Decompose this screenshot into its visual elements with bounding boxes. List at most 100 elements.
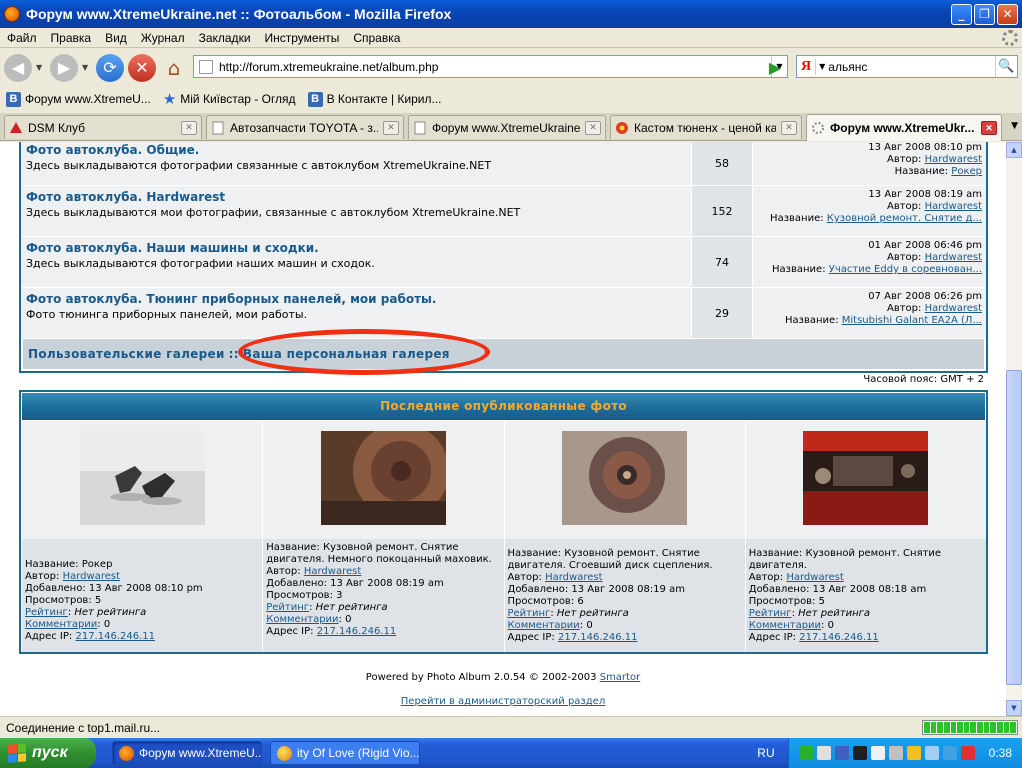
photo-count: 29 [692, 288, 752, 338]
tray-icon[interactable] [870, 746, 885, 760]
admin-link[interactable]: Перейти в администраторский раздел [401, 696, 605, 707]
photo-title-link[interactable]: Рокер [951, 166, 982, 177]
taskbar-player[interactable]: ity Of Love (Rigid Vio... [270, 741, 420, 765]
tray-icon[interactable] [852, 746, 867, 760]
tab-forum-active[interactable]: Форум www.XtremeUkr... ✕ [806, 114, 1002, 141]
user-galleries-link[interactable]: Пользовательские галереи [28, 347, 225, 361]
ip-link[interactable]: 217.146.246.11 [317, 626, 397, 637]
category-description: Фото тюнинга приборных панелей, мои рабо… [26, 308, 308, 321]
close-tab-icon[interactable]: ✕ [981, 121, 997, 135]
close-button[interactable]: ✕ [997, 3, 1018, 25]
tab-dsm-club[interactable]: DSM Клуб ✕ [4, 115, 202, 139]
photo-title-link[interactable]: Mitsubishi Galant EA2A (Л... [842, 315, 982, 326]
navigation-toolbar: ◀ ▼ ▶ ▼ ⟳ ✕ ⌂ http://forum.xtremeukraine… [0, 49, 1022, 86]
rating-link[interactable]: Рейтинг [25, 607, 68, 618]
tab-custom-tuning[interactable]: Кастом тюненх - ценой ка... ✕ [610, 115, 802, 139]
menu-tools[interactable]: Инструменты [258, 31, 347, 45]
rating-link[interactable]: Рейтинг [508, 608, 551, 619]
tab-forum-1[interactable]: Форум www.XtremeUkraine... ✕ [408, 115, 606, 139]
author-link[interactable]: Hardwarest [304, 566, 361, 577]
category-link[interactable]: Фото автоклуба. Hardwarest [26, 190, 686, 204]
search-box[interactable]: Я ▼ 🔍 [796, 55, 1018, 78]
last-photo-info: 13 Авг 2008 08:10 pm Автор: Hardwarest Н… [753, 142, 986, 185]
url-bar[interactable]: http://forum.xtremeukraine.net/album.php… [193, 55, 788, 78]
menu-history[interactable]: Журнал [134, 31, 192, 45]
close-tab-icon[interactable]: ✕ [781, 120, 797, 135]
search-engine-icon[interactable]: Я [797, 58, 817, 75]
tray-icon[interactable] [960, 746, 975, 760]
minimize-button[interactable]: _ [951, 3, 972, 25]
search-engine-dropdown-icon[interactable]: ▼ [816, 62, 828, 71]
author-link[interactable]: Hardwarest [925, 252, 982, 263]
category-link[interactable]: Фото автоклуба. Наши машины и сходки. [26, 241, 686, 255]
gallery-nav: Пользовательские галереи :: Ваша персона… [23, 339, 984, 369]
comments-link[interactable]: Комментарии [25, 619, 97, 630]
close-tab-icon[interactable]: ✕ [383, 120, 399, 135]
tray-icon[interactable] [942, 746, 957, 760]
author-link[interactable]: Hardwarest [925, 303, 982, 314]
scroll-up-icon[interactable]: ▲ [1006, 142, 1022, 158]
search-input[interactable] [828, 59, 995, 74]
menu-file[interactable]: Файл [0, 31, 44, 45]
rating-link[interactable]: Рейтинг [749, 608, 792, 619]
comments-link[interactable]: Комментарии [266, 614, 338, 625]
vk-icon: B [307, 91, 323, 107]
go-button[interactable]: ▶ [765, 58, 785, 77]
tray-icon[interactable] [834, 746, 849, 760]
window-title-bar[interactable]: Форум www.XtremeUkraine.net :: Фотоальбо… [0, 0, 1022, 28]
bookmark-item[interactable]: B Форум www.XtremeU... [6, 91, 151, 107]
menu-edit[interactable]: Правка [44, 31, 99, 45]
tray-icon[interactable] [924, 746, 939, 760]
bookmark-item[interactable]: ★ Мій Київстар - Огляд [163, 90, 296, 108]
photo-thumbnail-clutch[interactable] [562, 431, 688, 525]
menu-help[interactable]: Справка [346, 31, 407, 45]
photo-thumbnail-rocker[interactable] [79, 431, 205, 525]
forward-button[interactable]: ▶ [50, 53, 78, 82]
maximize-button[interactable]: ❐ [974, 3, 995, 25]
author-link[interactable]: Hardwarest [786, 572, 843, 583]
ip-link[interactable]: 217.146.246.11 [75, 631, 155, 642]
photo-thumbnail-engine-bay[interactable] [803, 431, 929, 525]
author-link[interactable]: Hardwarest [925, 201, 982, 212]
back-button[interactable]: ◀ [4, 53, 32, 82]
menu-view[interactable]: Вид [98, 31, 134, 45]
tab-list-dropdown-icon[interactable]: ▼ [1011, 121, 1018, 131]
photo-title-link[interactable]: Кузовной ремонт. Снятие д... [827, 213, 982, 224]
forward-dropdown-icon[interactable]: ▼ [82, 63, 92, 72]
search-icon[interactable]: 🔍 [995, 56, 1017, 77]
url-text[interactable]: http://forum.xtremeukraine.net/album.php [219, 60, 771, 74]
stop-button[interactable]: ✕ [128, 53, 156, 82]
ip-link[interactable]: 217.146.246.11 [799, 632, 879, 643]
home-button[interactable]: ⌂ [160, 54, 188, 82]
close-tab-icon[interactable]: ✕ [585, 120, 601, 135]
category-link[interactable]: Фото автоклуба. Тюнинг приборных панелей… [26, 292, 686, 306]
language-indicator[interactable]: RU [757, 746, 774, 760]
smartor-link[interactable]: Smartor [600, 672, 640, 683]
volume-icon[interactable] [888, 746, 903, 760]
tray-icon[interactable] [816, 746, 831, 760]
tray-icon[interactable] [906, 746, 921, 760]
tray-icon[interactable] [798, 746, 813, 760]
comments-link[interactable]: Комментарии [749, 620, 821, 631]
start-button[interactable]: пуск [0, 738, 96, 768]
ip-link[interactable]: 217.146.246.11 [558, 632, 638, 643]
tab-toyota[interactable]: Автозапчасти TOYOTA - з... ✕ [206, 115, 404, 139]
bookmark-item[interactable]: B В Контакте | Кирил... [307, 91, 442, 107]
scroll-thumb[interactable] [1006, 370, 1022, 685]
category-link[interactable]: Фото автоклуба. Общие. [26, 143, 686, 157]
rating-link[interactable]: Рейтинг [266, 602, 309, 613]
author-link[interactable]: Hardwarest [63, 571, 120, 582]
taskbar-firefox[interactable]: Форум www.XtremeU... [112, 741, 262, 765]
author-link[interactable]: Hardwarest [545, 572, 602, 583]
reload-button[interactable]: ⟳ [96, 53, 124, 82]
vertical-scrollbar[interactable]: ▲ ▼ [1006, 142, 1022, 716]
scroll-down-icon[interactable]: ▼ [1006, 700, 1022, 716]
author-link[interactable]: Hardwarest [925, 154, 982, 165]
photo-title-link[interactable]: Участие Eddy в соревнован... [829, 264, 982, 275]
back-dropdown-icon[interactable]: ▼ [36, 63, 46, 72]
menu-bookmarks[interactable]: Закладки [192, 31, 258, 45]
close-tab-icon[interactable]: ✕ [181, 120, 197, 135]
page-icon [414, 121, 426, 134]
comments-link[interactable]: Комментарии [508, 620, 580, 631]
photo-thumbnail-flywheel[interactable] [320, 431, 446, 525]
